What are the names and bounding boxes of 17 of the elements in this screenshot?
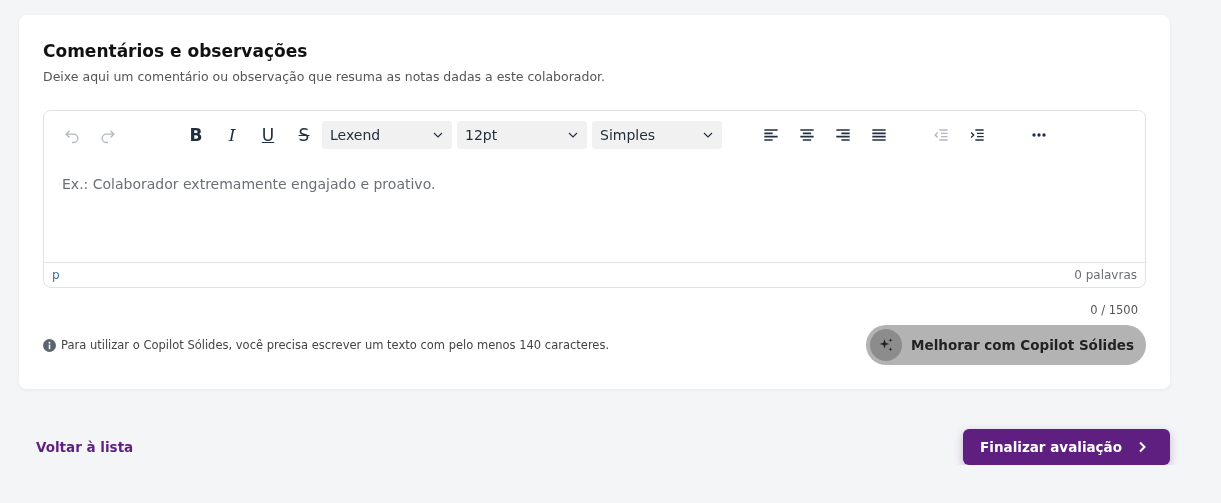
underline-button[interactable]: U [250,121,286,149]
dropdown[interactable]: Simples [592,121,722,149]
strikethrough-button[interactable]: S [286,121,322,149]
italic-button[interactable]: I [214,121,250,149]
info-text: Para utilizar o Copilot Sólides, você precisa escrever um texto com pelo menos 140 caracteres. [61,338,610,352]
finish-button[interactable]: Finalizar avaliação [963,429,1170,465]
section-title: Comentários e observações [43,41,309,61]
dropdown[interactable]: 12pt [457,121,587,149]
info-icon [43,338,56,352]
dropdown[interactable]: Lexend [322,121,452,149]
element-path[interactable]: p [52,268,60,282]
back-link[interactable]: Voltar à lista [36,439,134,455]
placeholder-text: Ex.: Colaborador extremamente engajado e proativo. [62,176,436,192]
section-description: Deixe aqui um comentário ou observação que resuma as notas dadas a este colaborador. [43,69,607,84]
word-count: 0 palavras [1074,268,1137,282]
character-count: 0 / 1500 [1090,303,1138,317]
bold-button[interactable]: B [178,121,214,149]
